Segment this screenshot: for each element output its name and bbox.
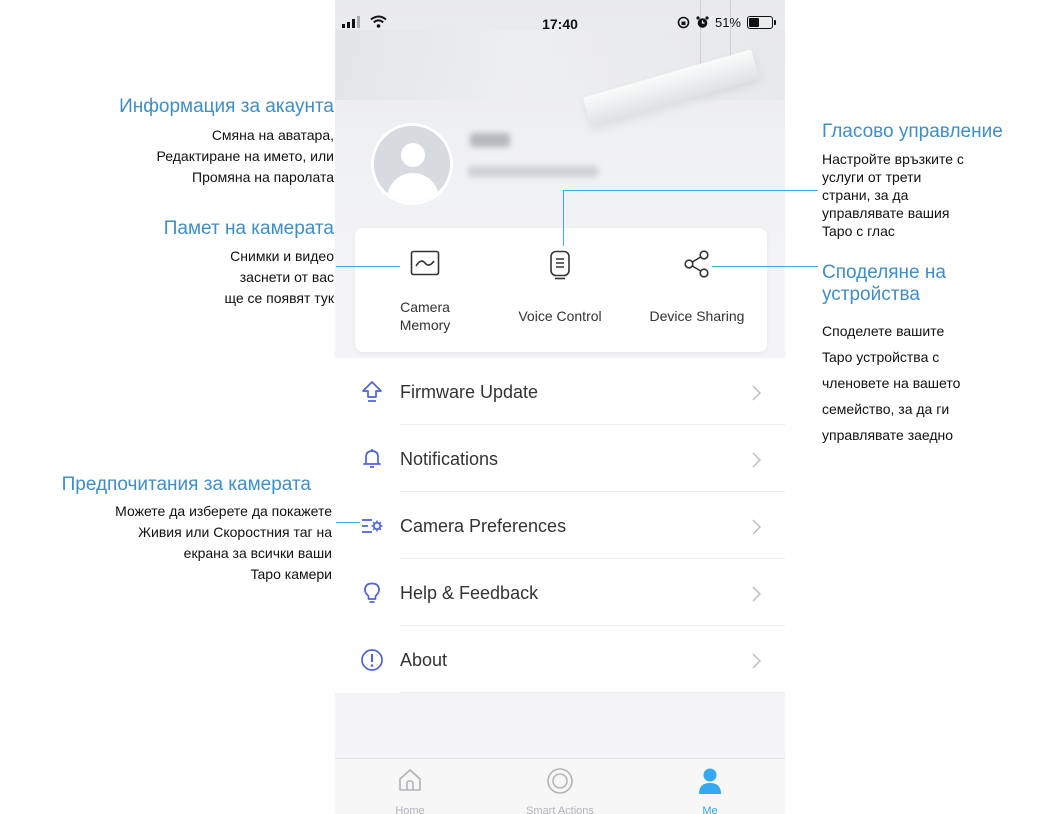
voice-control-icon	[550, 250, 570, 280]
annotation-body-voice-control: Настройте връзките с услуги от трети стр…	[822, 151, 964, 239]
phone-screen: 17:40 51% Camera Memory Voice Control De…	[335, 0, 785, 814]
camera-memory-icon	[410, 250, 440, 276]
alarm-icon	[696, 16, 709, 28]
info-icon	[361, 649, 383, 671]
menu-item-help-feedback[interactable]: Help & Feedback	[335, 559, 785, 626]
tab-label: Home	[395, 805, 425, 814]
device-sharing-button[interactable]: Device Sharing	[627, 228, 767, 352]
annotation-body-device-sharing: Споделете вашите Tapo устройства с члено…	[822, 323, 961, 443]
annotation-title-account: Информация за акаунта	[119, 96, 334, 117]
account-email-blurred	[468, 166, 598, 177]
chevron-right-icon	[752, 653, 761, 669]
leader-line-device-sharing	[712, 266, 818, 267]
annotation-title-device-sharing: Споделяне на устройства	[822, 262, 946, 305]
annotation-body-camera-memory: Снимки и видео заснети от вас ще се появ…	[224, 248, 334, 306]
annotation-title-camera-preferences: Предпочитания за камерата	[61, 474, 311, 495]
rotation-lock-icon	[677, 16, 690, 29]
tab-label: Smart Actions	[526, 805, 594, 814]
firmware-update-icon	[362, 381, 382, 402]
lightbulb-icon	[364, 582, 380, 603]
leader-line-voice-control-vertical	[563, 190, 564, 246]
leader-line-voice-control-horizontal	[563, 190, 818, 191]
person-icon	[699, 768, 721, 794]
annotation-body-account: Смяна на аватара, Редактиране на името, …	[156, 127, 334, 185]
tab-smart-actions[interactable]: Smart Actions	[485, 759, 635, 814]
share-icon	[684, 250, 709, 278]
leader-line-camera-preferences	[336, 522, 360, 523]
tab-label: Me	[702, 805, 718, 814]
annotation-body-camera-preferences: Можете да изберете да покажете Живия или…	[115, 503, 332, 582]
battery-icon	[747, 16, 776, 29]
tab-me[interactable]: Me	[635, 759, 785, 814]
camera-preferences-icon	[362, 519, 383, 533]
chevron-right-icon	[752, 452, 761, 468]
menu-item-label: Help & Feedback	[400, 583, 539, 603]
bell-icon	[363, 449, 381, 468]
camera-memory-label-line2: Memory	[399, 317, 451, 333]
status-bar: 17:40 51%	[335, 0, 785, 44]
leader-line-camera-memory	[336, 266, 400, 267]
menu-item-label: About	[400, 650, 448, 670]
tab-bar: Home Smart Actions Me	[335, 758, 785, 814]
smart-actions-icon	[547, 768, 573, 794]
menu-item-label: Camera Preferences	[400, 516, 567, 536]
chevron-right-icon	[752, 385, 761, 401]
camera-memory-button[interactable]: Camera Memory	[355, 228, 495, 352]
camera-memory-label-line1: Camera	[400, 299, 450, 315]
avatar[interactable]	[371, 123, 453, 205]
quick-actions-card: Camera Memory Voice Control Device Shari…	[355, 228, 767, 352]
annotation-title-camera-memory: Памет на камерата	[163, 218, 334, 239]
menu-item-about[interactable]: About	[335, 626, 785, 693]
tab-home[interactable]: Home	[335, 759, 485, 814]
chevron-right-icon	[752, 519, 761, 535]
menu-item-label: Firmware Update	[400, 382, 539, 402]
device-sharing-label: Device Sharing	[649, 308, 745, 324]
battery-percentage: 51%	[714, 15, 741, 30]
voice-control-label: Voice Control	[518, 308, 602, 324]
voice-control-button[interactable]: Voice Control	[495, 228, 625, 352]
home-icon	[399, 769, 421, 791]
chevron-right-icon	[752, 586, 761, 602]
settings-menu: Firmware Update Notifications Camera Pre…	[335, 358, 785, 693]
menu-item-firmware-update[interactable]: Firmware Update	[335, 358, 785, 425]
annotation-title-voice-control: Гласово управление	[822, 121, 1003, 142]
menu-item-camera-preferences[interactable]: Camera Preferences	[335, 492, 785, 559]
account-name-blurred[interactable]	[470, 133, 510, 147]
menu-item-label: Notifications	[400, 449, 499, 469]
menu-item-notifications[interactable]: Notifications	[335, 425, 785, 492]
